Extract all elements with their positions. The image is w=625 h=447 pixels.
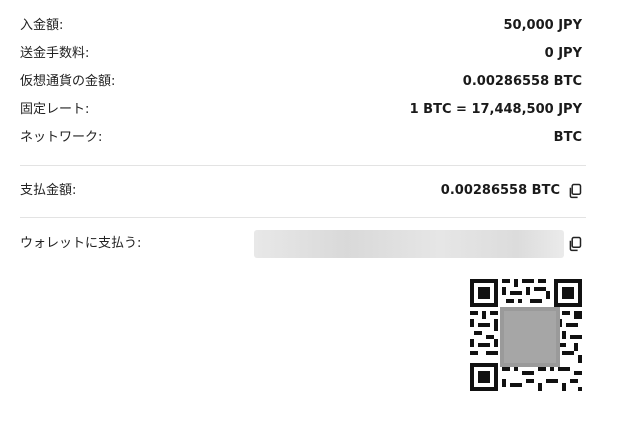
network-row: ネットワーク: BTC — [20, 126, 586, 150]
divider — [20, 165, 586, 166]
wallet-qr-code — [470, 279, 582, 395]
wallet-label: ウォレットに支払う: — [20, 236, 142, 251]
transfer-fee-value: 0 JPY — [544, 46, 582, 61]
transfer-fee-row: 送金手数料: 0 JPY — [20, 42, 586, 66]
fixed-rate-label: 固定レート: — [20, 102, 90, 117]
copy-icon[interactable] — [567, 183, 583, 199]
payment-amount-label: 支払金額: — [20, 183, 77, 198]
payment-amount-value: 0.00286558 BTC — [440, 183, 560, 198]
network-label: ネットワーク: — [20, 130, 103, 145]
copy-icon[interactable] — [567, 236, 583, 252]
network-value: BTC — [553, 130, 582, 145]
fixed-rate-row: 固定レート: 1 BTC = 17,448,500 JPY — [20, 98, 586, 122]
payment-amount-row: 支払金額: 0.00286558 BTC — [20, 179, 586, 203]
crypto-amount-label: 仮想通貨の金額: — [20, 74, 116, 89]
wallet-address-redacted — [254, 230, 564, 258]
crypto-amount-row: 仮想通貨の金額: 0.00286558 BTC — [20, 70, 586, 94]
deposit-amount-value: 50,000 JPY — [503, 18, 582, 33]
deposit-amount-label: 入金額: — [20, 18, 64, 33]
deposit-amount-row: 入金額: 50,000 JPY — [20, 14, 586, 38]
transfer-fee-label: 送金手数料: — [20, 46, 90, 61]
crypto-amount-value: 0.00286558 BTC — [462, 74, 582, 89]
divider — [20, 217, 586, 218]
fixed-rate-value: 1 BTC = 17,448,500 JPY — [409, 102, 582, 117]
